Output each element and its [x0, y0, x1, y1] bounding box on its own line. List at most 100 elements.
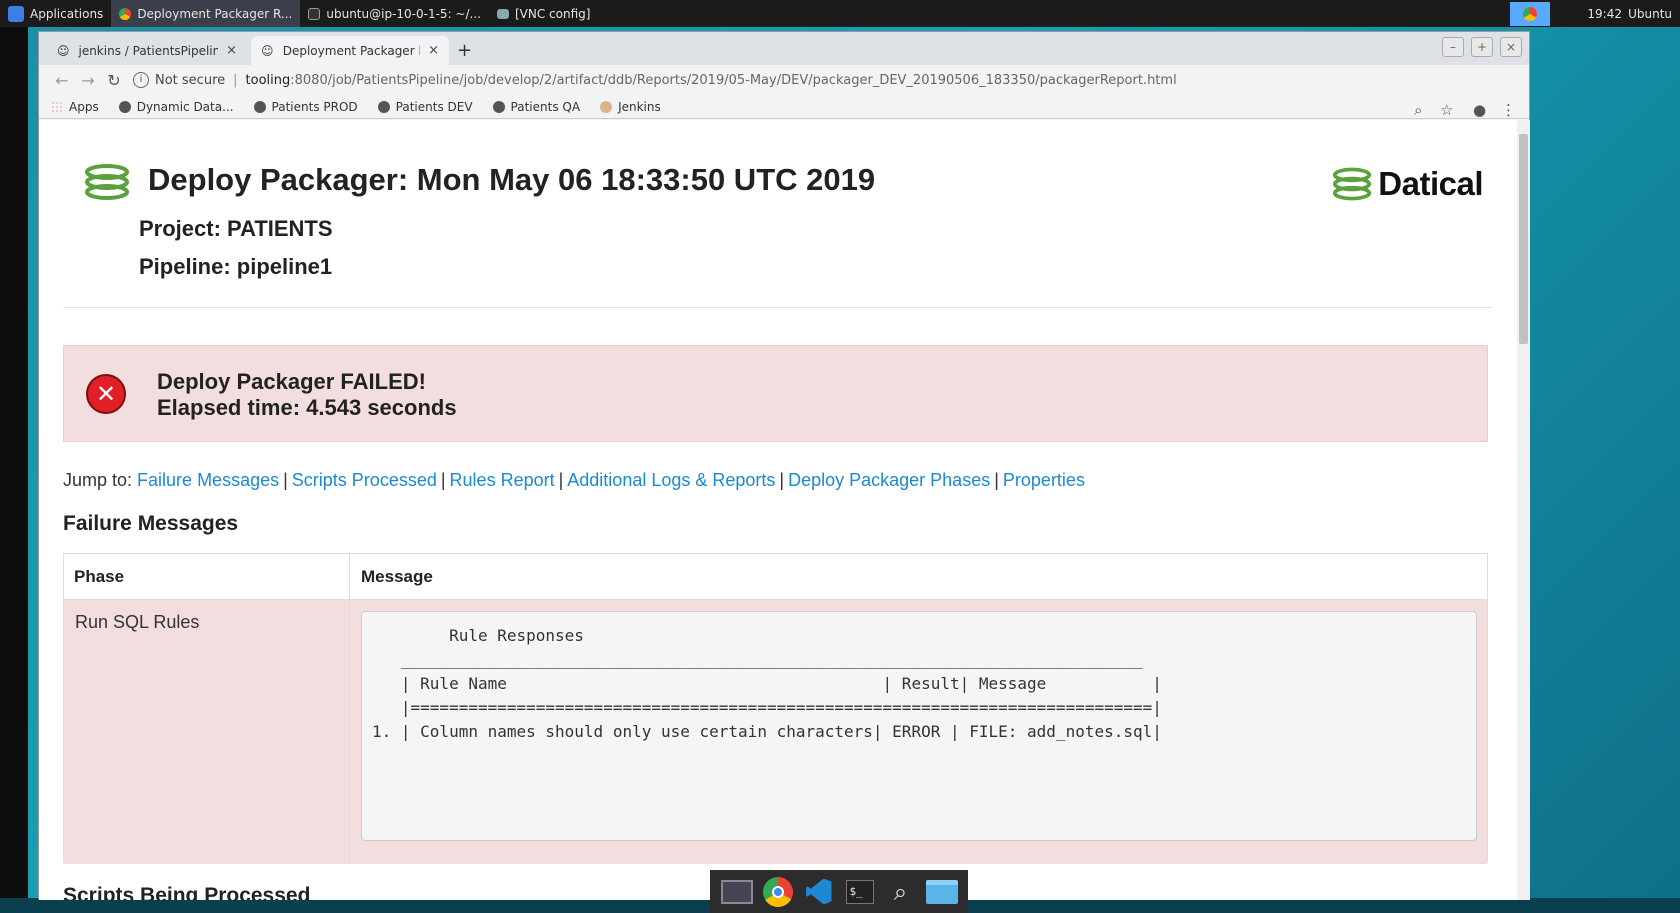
reload-icon[interactable]: ↻ — [101, 71, 127, 90]
close-icon[interactable]: × — [428, 43, 439, 58]
bookmark-label: Patients QA — [510, 99, 581, 114]
dock-files[interactable] — [720, 877, 754, 907]
link-scripts-processed[interactable]: Scripts Processed — [292, 470, 437, 490]
forward-arrow-icon[interactable]: → — [75, 71, 101, 90]
link-failure-messages[interactable]: Failure Messages — [137, 470, 279, 490]
message-line: | Rule Name | Result| Message | — [372, 674, 1162, 693]
link-deploy-packager-phases[interactable]: Deploy Packager Phases — [788, 470, 990, 490]
terminal-icon — [308, 7, 321, 20]
user-menu[interactable]: Ubuntu — [1620, 0, 1680, 27]
link-properties[interactable]: Properties — [1003, 470, 1085, 490]
bookmark-label: Dynamic Data... — [136, 99, 234, 114]
column-header-message: Message — [361, 567, 433, 586]
url-path: :8080/job/PatientsPipeline/job/develop/2… — [290, 72, 1177, 88]
datical-brand: Datical — [1332, 165, 1483, 203]
address-separator: | — [233, 72, 238, 88]
tab-jenkins[interactable]: ☺ jenkins / PatientsPipeline / × — [47, 36, 247, 65]
taskbar-item-label: [VNC config] — [514, 6, 591, 21]
brand-wordmark: Datical — [1378, 165, 1483, 202]
table-row: Run SQL Rules Rule Responses ___________… — [64, 600, 1487, 864]
scrollbar-thumb[interactable] — [1519, 134, 1528, 344]
tab-strip: ☺ jenkins / PatientsPipeline / × ☺ Deplo… — [39, 32, 1529, 65]
globe-icon — [492, 100, 505, 113]
taskbar-item-terminal[interactable]: ubuntu@ip-10-0-1-5: ~/... — [300, 0, 489, 27]
globe-icon — [377, 100, 390, 113]
maximize-button[interactable]: + — [1471, 37, 1493, 57]
jump-to-nav: Jump to: Failure Messages | Scripts Proces… — [63, 470, 1085, 491]
tab-deployment-report[interactable]: ☺ Deployment Packager Rep × — [251, 36, 449, 65]
link-separator: | — [994, 470, 999, 490]
bookmark-patients-dev[interactable]: Patients DEV — [377, 99, 473, 114]
chrome-icon — [119, 7, 132, 20]
link-rules-report[interactable]: Rules Report — [450, 470, 555, 490]
minimize-button[interactable]: – — [1442, 37, 1464, 57]
globe-icon — [253, 100, 266, 113]
security-label: Not secure — [155, 72, 226, 88]
top-panel: Applications Deployment Packager R... ub… — [0, 0, 1680, 27]
bookmark-jenkins[interactable]: Jenkins — [600, 100, 661, 114]
bookmark-label: Patients PROD — [271, 99, 358, 114]
bookmark-label: Jenkins — [618, 99, 661, 114]
window-icon — [496, 8, 509, 19]
bookmark-label: Apps — [69, 99, 99, 114]
dock: $_ ⌕ — [710, 870, 968, 913]
close-window-button[interactable]: × — [1500, 37, 1522, 57]
table-header-row: Phase Message — [64, 554, 1487, 600]
message-preformatted: Rule Responses _________________________… — [361, 611, 1477, 841]
browser-window: ☺ jenkins / PatientsPipeline / × ☺ Deplo… — [38, 31, 1530, 900]
column-header-phase: Phase — [74, 567, 125, 586]
section-heading-scripts-processed: Scripts Being Processed — [63, 884, 311, 900]
link-separator: | — [283, 470, 288, 490]
folder-icon — [925, 879, 958, 904]
jenkins-icon — [600, 100, 613, 113]
error-x-icon: ✕ — [86, 374, 126, 414]
address-bar[interactable]: i Not secure | tooling :8080/job/Patient… — [133, 68, 1458, 92]
url-host: tooling — [245, 72, 291, 88]
project-name: Project: PATIENTS — [139, 216, 333, 241]
browser-toolbar: ← → ↻ i Not secure | tooling :8080/job/P… — [39, 65, 1529, 119]
tab-title: Deployment Packager Rep — [282, 43, 420, 58]
taskbar-item-vnc-config[interactable]: [VNC config] — [489, 0, 598, 27]
pipeline-name: Pipeline: pipeline1 — [139, 254, 333, 279]
info-icon[interactable]: i — [133, 72, 149, 88]
taskbar-item-label: ubuntu@ip-10-0-1-5: ~/... — [326, 6, 481, 21]
chrome-icon — [762, 876, 793, 907]
bookmark-patients-qa[interactable]: Patients QA — [492, 99, 581, 114]
applications-label: Applications — [30, 6, 104, 21]
message-line: Rule Responses — [372, 626, 584, 645]
elapsed-time: Elapsed time: 4.543 seconds — [157, 395, 457, 420]
globe-icon — [118, 100, 131, 113]
dock-search[interactable]: ⌕ — [884, 877, 918, 907]
tray-chrome-icon[interactable] — [1510, 1, 1550, 26]
link-separator: | — [779, 470, 785, 490]
taskbar-item-browser[interactable]: Deployment Packager R... — [111, 0, 301, 27]
cell-phase: Run SQL Rules — [75, 612, 200, 632]
bookmark-patients-prod[interactable]: Patients PROD — [253, 99, 358, 114]
desktop-left-edge — [0, 27, 28, 913]
dock-vscode[interactable] — [802, 877, 836, 907]
new-tab-button[interactable]: + — [457, 40, 472, 61]
close-icon[interactable]: × — [226, 43, 237, 58]
apps-grid-icon — [51, 100, 63, 113]
dock-chrome[interactable] — [761, 876, 795, 907]
message-line: |=======================================… — [372, 698, 1162, 717]
section-heading-failure-messages: Failure Messages — [63, 512, 239, 535]
dock-folder[interactable] — [925, 877, 959, 907]
bookmark-apps[interactable]: Apps — [51, 100, 99, 114]
tab-title: jenkins / PatientsPipeline / — [78, 43, 219, 58]
link-additional-logs[interactable]: Additional Logs & Reports — [567, 470, 775, 490]
datical-logo-icon — [85, 164, 129, 200]
vertical-scrollbar[interactable] — [1517, 120, 1530, 900]
vscode-icon — [805, 878, 832, 905]
datical-logo-icon — [1333, 167, 1372, 201]
bookmark-dynamic-data[interactable]: Dynamic Data... — [118, 99, 234, 114]
dock-terminal[interactable]: $_ — [843, 877, 877, 907]
column-divider — [349, 554, 350, 864]
link-separator: | — [558, 470, 564, 490]
report-header: Deploy Packager: Mon May 06 18:33:50 UTC… — [63, 120, 1493, 308]
bookmark-label: Patients DEV — [395, 99, 473, 114]
applications-menu[interactable]: Applications — [0, 0, 111, 27]
back-arrow-icon[interactable]: ← — [49, 71, 75, 90]
message-line: ________________________________________… — [372, 650, 1143, 669]
search-icon: ⌕ — [893, 877, 908, 906]
